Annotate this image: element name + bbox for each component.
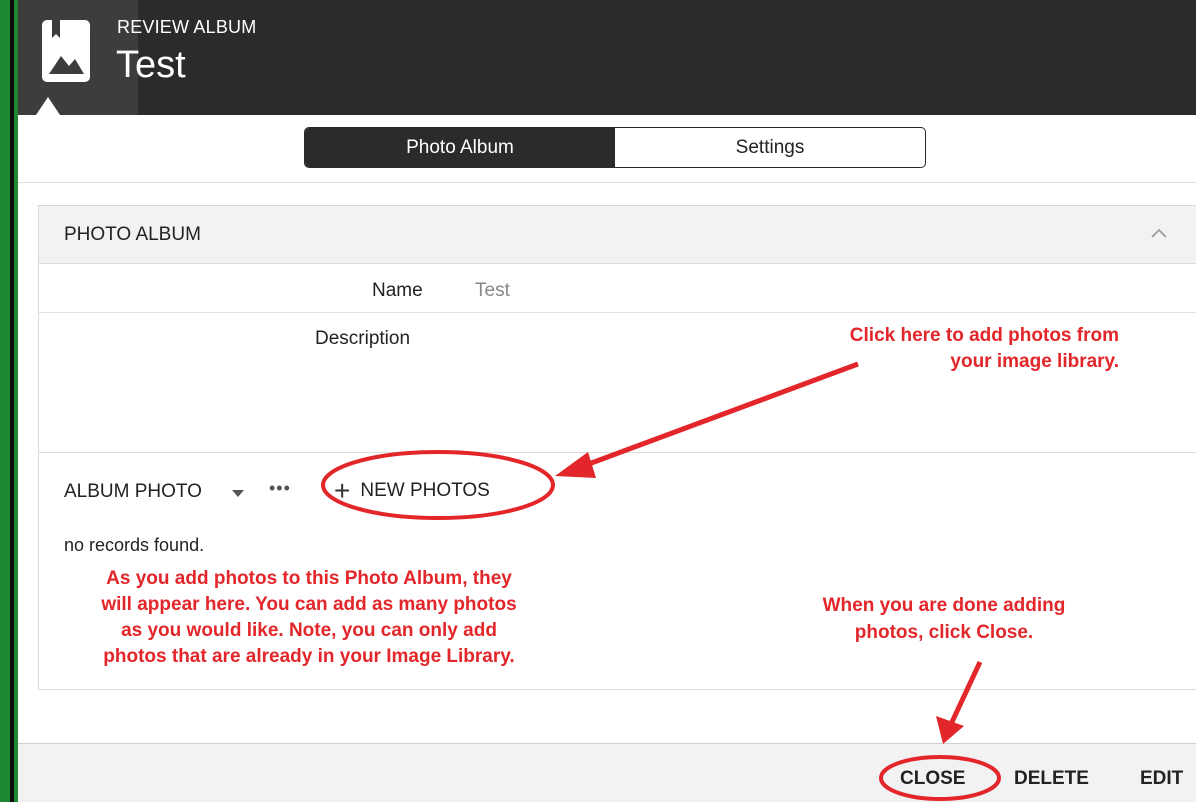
photo-album-icon: [42, 20, 90, 82]
page-header: REVIEW ALBUM Test: [18, 0, 1196, 115]
edit-button[interactable]: EDIT: [1140, 768, 1183, 790]
tab-settings[interactable]: Settings: [615, 128, 925, 167]
annotation-close: When you are done adding photos, click C…: [779, 592, 1109, 646]
new-photos-button[interactable]: + NEW PHOTOS: [334, 476, 490, 506]
annotation-album-photos: As you add photos to this Photo Album, t…: [39, 566, 579, 670]
tab-photo-album[interactable]: Photo Album: [305, 128, 615, 167]
annotation-line: as you would like. Note, you can only ad…: [121, 620, 497, 641]
close-arrow-head: [936, 716, 964, 744]
tab-bar: Photo Album Settings: [304, 127, 926, 168]
annotation-line: will appear here. You can add as many ph…: [101, 594, 517, 615]
more-options-icon[interactable]: •••: [269, 478, 291, 499]
review-album-window: REVIEW ALBUM Test Photo Album Settings P…: [18, 0, 1196, 802]
annotation-new-photos: Click here to add photos from your image…: [729, 323, 1119, 375]
album-photo-toolbar: ALBUM PHOTO ••• + NEW PHOTOS: [39, 476, 1196, 506]
section-title: PHOTO ALBUM: [64, 224, 201, 245]
selection-caret: [36, 97, 60, 115]
annotation-line: When you are done adding: [822, 595, 1066, 616]
annotation-line: Click here to add photos from: [849, 325, 1119, 346]
chevron-down-icon[interactable]: [232, 490, 244, 497]
divider: [18, 182, 1196, 183]
record-type-label: REVIEW ALBUM: [117, 17, 257, 37]
annotation-line: photos that are already in your Image Li…: [103, 646, 515, 667]
name-row: Name Test: [39, 264, 1196, 313]
close-button[interactable]: CLOSE: [900, 768, 965, 790]
album-photo-menu[interactable]: ALBUM PHOTO: [64, 481, 202, 503]
photo-album-section: PHOTO ALBUM Name Test Description Click …: [38, 205, 1196, 690]
chevron-up-icon[interactable]: [1151, 228, 1167, 238]
record-title: Test: [116, 44, 186, 86]
frame-border: [0, 0, 14, 802]
name-value: Test: [475, 280, 510, 301]
description-row: Description Click here to add photos fro…: [39, 313, 1196, 453]
section-header[interactable]: PHOTO ALBUM: [39, 206, 1196, 264]
name-label: Name: [372, 280, 423, 301]
new-photos-label: NEW PHOTOS: [360, 480, 490, 501]
annotation-line: your image library.: [950, 351, 1119, 372]
annotation-line: As you add photos to this Photo Album, t…: [106, 568, 512, 589]
description-label: Description: [315, 328, 411, 349]
delete-button[interactable]: DELETE: [1014, 768, 1089, 790]
empty-state-text: no records found.: [64, 535, 205, 555]
footer-action-bar: CLOSE DELETE EDIT: [18, 743, 1196, 802]
plus-icon: +: [334, 475, 351, 506]
annotation-line: photos, click Close.: [854, 622, 1034, 643]
